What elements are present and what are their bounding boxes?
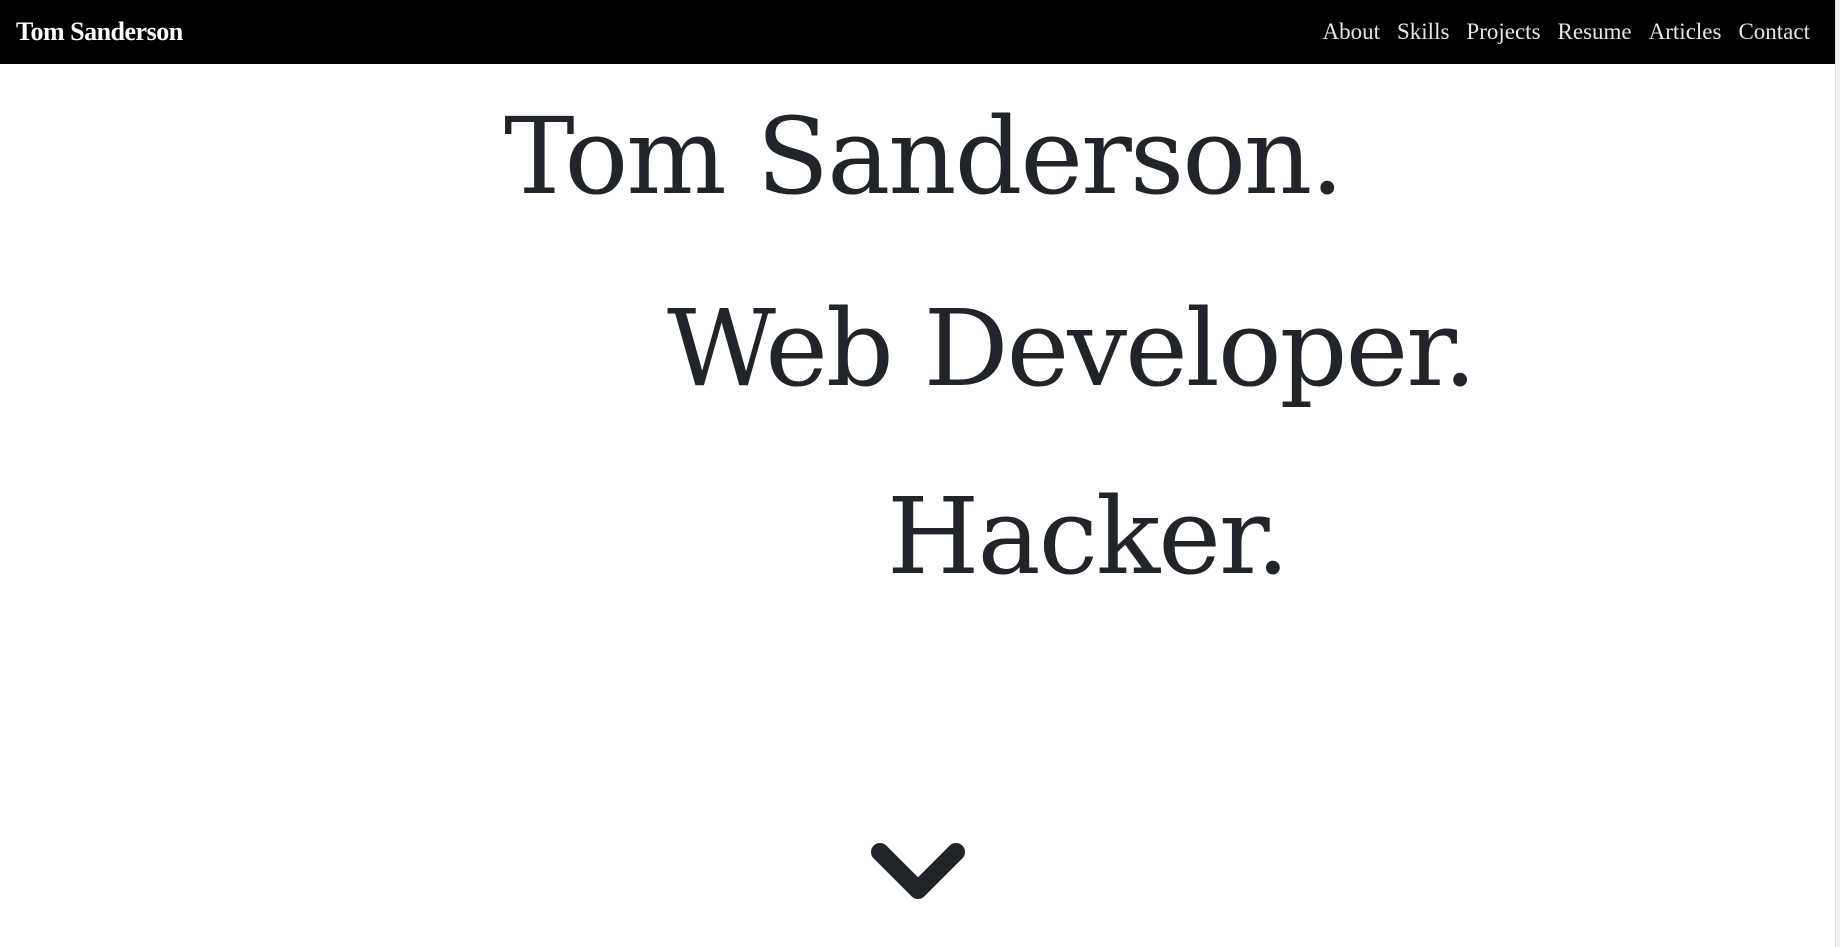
page-scrollbar[interactable] — [1835, 0, 1840, 947]
chevron-down-icon[interactable] — [870, 842, 966, 902]
nav-link-articles[interactable]: Articles — [1649, 19, 1722, 45]
nav-link-skills[interactable]: Skills — [1397, 19, 1449, 45]
hero-title-hacker: Hacker. — [887, 475, 1290, 598]
hero-title-web-developer: Web Developer. — [667, 287, 1477, 410]
nav-link-contact[interactable]: Contact — [1738, 19, 1810, 45]
nav-link-projects[interactable]: Projects — [1466, 19, 1540, 45]
hero-name: Tom Sanderson. — [504, 95, 1344, 218]
top-navbar: Tom Sanderson About Skills Projects Resu… — [0, 0, 1836, 64]
nav-links: About Skills Projects Resume Articles Co… — [1323, 19, 1811, 45]
nav-link-about[interactable]: About — [1323, 19, 1381, 45]
nav-link-resume[interactable]: Resume — [1558, 19, 1632, 45]
brand-link[interactable]: Tom Sanderson — [16, 17, 183, 47]
